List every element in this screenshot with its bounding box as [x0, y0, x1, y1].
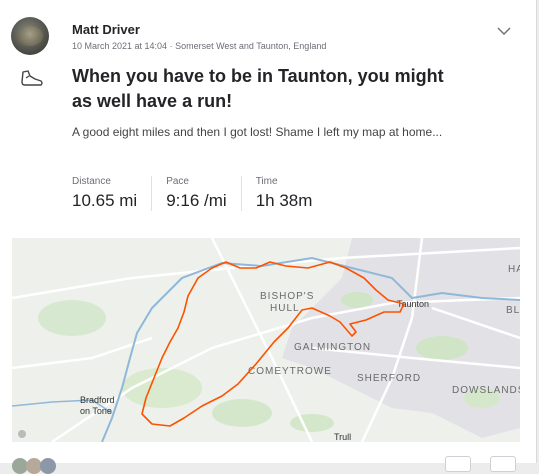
shoe-icon	[21, 70, 43, 86]
kudos-row	[0, 452, 536, 474]
stat-value: 9:16 /mi	[166, 191, 227, 210]
stat-label: Pace	[166, 176, 189, 187]
stat-distance: Distance 10.65 mi	[72, 176, 153, 211]
stat-value: 10.65 mi	[72, 191, 138, 210]
stat-label: Distance	[72, 176, 111, 187]
activity-title[interactable]: When you have to be in Taunton, you migh…	[72, 64, 452, 114]
label-dowslands: DOWSLANDS	[452, 385, 520, 396]
label-bishops-hull-2: HULL	[270, 303, 300, 314]
comment-button[interactable]	[490, 456, 516, 472]
stat-value: 1h 38m	[255, 191, 313, 210]
stat-label: Time	[255, 176, 278, 187]
label-bishops-hull-1: BISHOP'S	[260, 291, 314, 302]
label-bradford-2: on Tone	[80, 406, 112, 416]
route-map[interactable]: BISHOP'S HULL Taunton GALMINGTON COMEYTR…	[12, 238, 520, 442]
map-attribution-icon	[18, 430, 26, 438]
kudos-avatar[interactable]	[40, 458, 56, 474]
chevron-down-icon[interactable]	[497, 26, 511, 36]
label-bl: BL	[506, 305, 520, 316]
kudos-button[interactable]	[445, 456, 471, 472]
label-galmington: GALMINGTON	[294, 342, 371, 353]
stats-row: Distance 10.65 mi Pace 9:16 /mi Time 1h …	[72, 176, 340, 211]
activity-card: Matt Driver 10 March 2021 at 14:04 · Som…	[0, 0, 537, 474]
label-trull: Trull	[334, 432, 351, 442]
athlete-name[interactable]: Matt Driver	[72, 22, 140, 37]
athlete-avatar[interactable]	[11, 17, 49, 55]
activity-meta: 10 March 2021 at 14:04 · Somerset West a…	[72, 41, 327, 51]
stat-time: Time 1h 38m	[256, 176, 327, 211]
stat-pace: Pace 9:16 /mi	[166, 176, 242, 211]
label-comeytrowe: COMEYTROWE	[248, 366, 332, 377]
label-sherford: SHERFORD	[357, 373, 421, 384]
activity-description: A good eight miles and then I got lost! …	[72, 125, 443, 139]
label-bradford-1: Bradford	[80, 395, 115, 405]
label-ha: HA	[508, 264, 520, 275]
map-svg: BISHOP'S HULL Taunton GALMINGTON COMEYTR…	[12, 238, 520, 442]
